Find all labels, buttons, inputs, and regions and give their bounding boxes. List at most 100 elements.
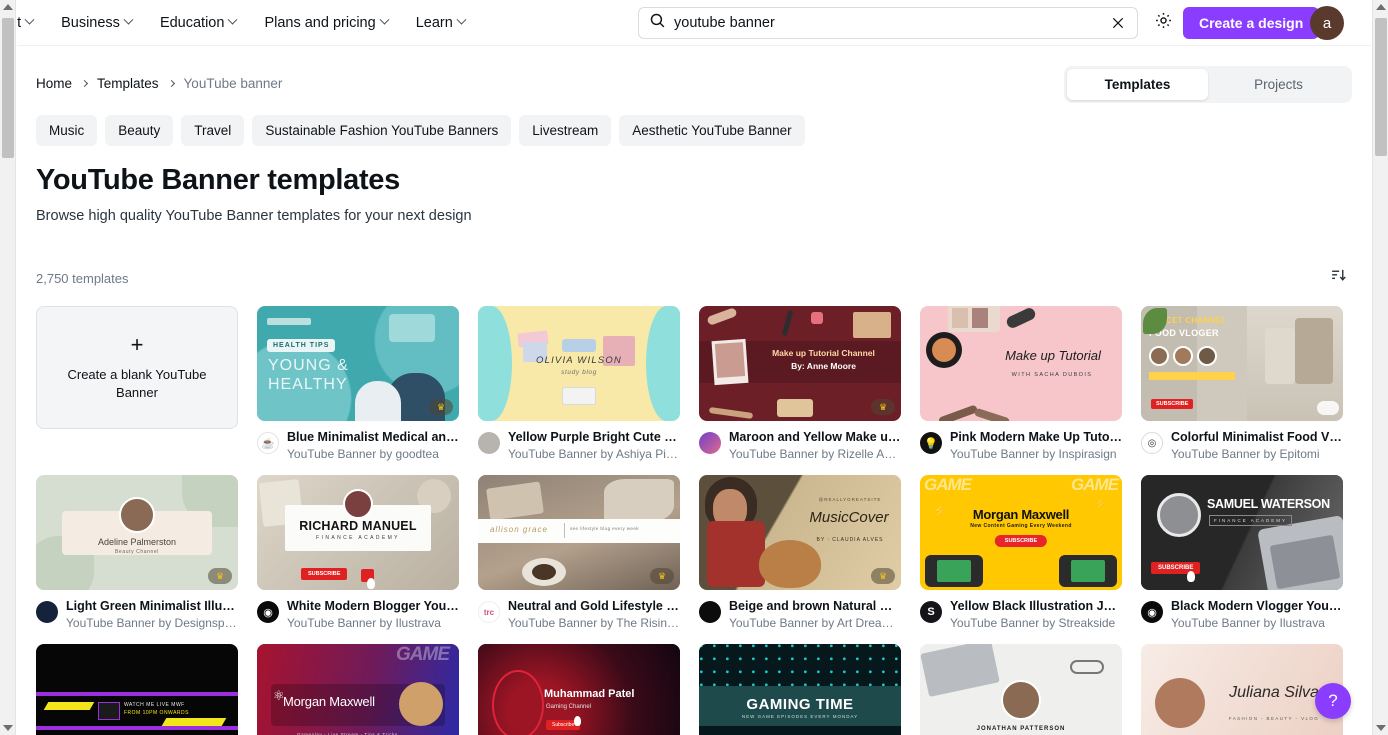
- help-button[interactable]: ?: [1315, 683, 1351, 719]
- browser-scrollbar-right[interactable]: [1372, 0, 1388, 735]
- nav-item-label: Learn: [415, 14, 453, 31]
- template-thumbnail[interactable]: Make up Tutorial Channel By: Anne Moore …: [699, 306, 901, 421]
- template-thumbnail[interactable]: JONATHAN PATTERSON www.reallygreatsite.c…: [920, 644, 1122, 735]
- avatar[interactable]: a: [1310, 6, 1344, 40]
- page-scrollbar-left[interactable]: [0, 0, 16, 735]
- thumbnail-line2: NEW GAME EPISODES EVERY MONDAY: [741, 714, 859, 719]
- author-avatar-portrait[interactable]: [699, 432, 721, 454]
- nav-item-business[interactable]: Business: [47, 9, 146, 37]
- template-byline[interactable]: YouTube Banner by Epitomi: [1171, 447, 1343, 461]
- chip-travel[interactable]: Travel: [181, 115, 245, 146]
- nav-item-label: Education: [159, 14, 225, 31]
- author-avatar-artdreamer[interactable]: [699, 601, 721, 623]
- author-avatar-designspace[interactable]: [36, 601, 58, 623]
- author-avatar-lightbulb[interactable]: 💡: [920, 432, 942, 454]
- template-thumbnail[interactable]: RICHARD MANUEL FINANCE ACADEMY SUBSCRIBE: [257, 475, 459, 590]
- search-bar[interactable]: [638, 7, 1138, 39]
- template-title[interactable]: Beige and brown Natural Mi...: [729, 599, 901, 613]
- settings-button[interactable]: [1150, 10, 1176, 36]
- scroll-down-arrow-icon[interactable]: [3, 725, 13, 731]
- template-title[interactable]: Yellow Black Illustration Joy...: [950, 599, 1122, 613]
- thumbnail-line1: Adeline Palmerston: [97, 537, 177, 547]
- template-card: Adeline Palmerston Beauty Channel ♛ Ligh…: [36, 475, 238, 630]
- chip-music[interactable]: Music: [36, 115, 98, 146]
- template-title[interactable]: Colorful Minimalist Food Vl...: [1171, 430, 1343, 444]
- template-thumbnail[interactable]: allison grace see lifestyle blog every w…: [478, 475, 680, 590]
- thumbnail-line2: New Content Gaming Every Weekend: [970, 523, 1072, 529]
- nav-item-education[interactable]: Education: [146, 9, 251, 37]
- scroll-down-arrow-icon[interactable]: [1376, 725, 1386, 731]
- scroll-up-arrow-icon[interactable]: [3, 4, 13, 10]
- template-thumbnail[interactable]: WATCH ME LIVE MWF FROM 10PM ONWARDS: [36, 644, 238, 735]
- template-title[interactable]: Yellow Purple Bright Cute St...: [508, 430, 680, 444]
- template-thumbnail[interactable]: GAME Morgan Maxwell Gameplay - Live Stre…: [257, 644, 459, 735]
- thumbnail-line2: see lifestyle blog every week: [570, 526, 639, 531]
- template-title[interactable]: Neutral and Gold Lifestyle B...: [508, 599, 680, 613]
- breadcrumb-item-home[interactable]: Home: [36, 76, 72, 91]
- nav-item-label: Business: [61, 14, 120, 31]
- template-byline[interactable]: YouTube Banner by Inspirasign: [950, 447, 1122, 461]
- template-title[interactable]: Pink Modern Make Up Tutor...: [950, 430, 1122, 444]
- tab-templates[interactable]: Templates: [1067, 69, 1208, 100]
- template-title[interactable]: Light Green Minimalist Illust...: [66, 599, 238, 613]
- sort-button[interactable]: [1324, 264, 1352, 292]
- results-count-row: 2,750 templates: [36, 264, 1352, 292]
- premium-crown-badge: ♛: [429, 399, 453, 415]
- chevron-down-icon: [456, 14, 467, 25]
- template-thumbnail[interactable]: GAMING TIME NEW GAME EPISODES EVERY MOND…: [699, 644, 901, 735]
- nav-item-learn[interactable]: Learn: [402, 9, 479, 37]
- template-thumbnail[interactable]: HEALTH TIPS YOUNG & HEALTHY ♛: [257, 306, 459, 421]
- clear-search-button[interactable]: [1105, 10, 1131, 36]
- nav-item-label: Plans and pricing: [264, 14, 376, 31]
- template-thumbnail[interactable]: SAMUEL WATERSON FINANCE ACADEMY SUBSCRIB…: [1141, 475, 1343, 590]
- tab-projects[interactable]: Projects: [1208, 69, 1349, 100]
- template-thumbnail[interactable]: GAME GAME Morgan Maxwell New Content Gam…: [920, 475, 1122, 590]
- template-byline[interactable]: YouTube Banner by Ilustrava: [1171, 616, 1343, 630]
- template-byline[interactable]: YouTube Banner by Streakside: [950, 616, 1122, 630]
- template-meta: Light Green Minimalist Illust... YouTube…: [36, 599, 238, 630]
- nav-item-nt[interactable]: nt: [17, 9, 47, 37]
- chip-livestream[interactable]: Livestream: [519, 115, 612, 146]
- chip-sustainable-fashion[interactable]: Sustainable Fashion YouTube Banners: [252, 115, 512, 146]
- template-thumbnail[interactable]: Juliana Silva FASHION - BEAUTY - VLOG: [1141, 644, 1343, 735]
- template-card: RICHARD MANUEL FINANCE ACADEMY SUBSCRIBE…: [257, 475, 459, 630]
- template-byline[interactable]: YouTube Banner by Ilustrava: [287, 616, 459, 630]
- template-meta: ◉ White Modern Blogger YouT... YouTube B…: [257, 599, 459, 630]
- nav-item-plans-and-pricing[interactable]: Plans and pricing: [250, 9, 401, 37]
- chip-beauty[interactable]: Beauty: [105, 115, 174, 146]
- scrollbar-thumb[interactable]: [1375, 18, 1387, 156]
- template-byline[interactable]: YouTube Banner by Designspace: [66, 616, 238, 630]
- template-byline[interactable]: YouTube Banner by Art Dreamer ...: [729, 616, 901, 630]
- template-thumbnail[interactable]: OLIVIA WILSON study blog: [478, 306, 680, 421]
- scroll-up-arrow-icon[interactable]: [1376, 4, 1386, 10]
- template-byline[interactable]: YouTube Banner by The Rising CEO: [508, 616, 680, 630]
- template-thumbnail[interactable]: Adeline Palmerston Beauty Channel ♛: [36, 475, 238, 590]
- template-thumbnail[interactable]: Make up Tutorial WITH SACHA DUBOIS: [920, 306, 1122, 421]
- chip-aesthetic[interactable]: Aesthetic YouTube Banner: [619, 115, 805, 146]
- template-title[interactable]: Blue Minimalist Medical and...: [287, 430, 459, 444]
- author-avatar-coffee-cup[interactable]: ☕: [257, 432, 279, 454]
- search-icon: [649, 12, 666, 34]
- template-thumbnail[interactable]: Muhammad Patel Gaming Channel Subscribe: [478, 644, 680, 735]
- template-thumbnail[interactable]: FAUCET CHANNEL FOOD VLOGER SUBSCRIBE: [1141, 306, 1343, 421]
- author-avatar-trc[interactable]: trc: [478, 601, 500, 623]
- template-title[interactable]: White Modern Blogger YouT...: [287, 599, 459, 613]
- thumbnail-line1: Make up Tutorial Channel: [772, 348, 875, 358]
- scrollbar-thumb[interactable]: [2, 18, 14, 158]
- search-input[interactable]: [666, 15, 1105, 31]
- author-avatar-ring-logo[interactable]: ◎: [1141, 432, 1163, 454]
- author-avatar-coin[interactable]: [478, 432, 500, 454]
- template-byline[interactable]: YouTube Banner by goodtea: [287, 447, 459, 461]
- author-avatar-record[interactable]: ◉: [1141, 601, 1163, 623]
- author-avatar-record[interactable]: ◉: [257, 601, 279, 623]
- create-a-design-button[interactable]: Create a design: [1183, 7, 1320, 39]
- template-byline[interactable]: YouTube Banner by Ashiya Pixel: [508, 447, 680, 461]
- template-title[interactable]: Maroon and Yellow Make up...: [729, 430, 901, 444]
- chevron-down-icon: [379, 14, 390, 25]
- template-thumbnail[interactable]: @REALLYGREATSITE MusicCover BY : CLAUDIA…: [699, 475, 901, 590]
- template-byline[interactable]: YouTube Banner by Rizelle Anne ...: [729, 447, 901, 461]
- template-title[interactable]: Black Modern Vlogger YouT...: [1171, 599, 1343, 613]
- create-blank-youtube-banner-card[interactable]: + Create a blank YouTube Banner: [36, 306, 238, 429]
- author-avatar-streakside[interactable]: S: [920, 601, 942, 623]
- breadcrumb-item-templates[interactable]: Templates: [97, 76, 159, 91]
